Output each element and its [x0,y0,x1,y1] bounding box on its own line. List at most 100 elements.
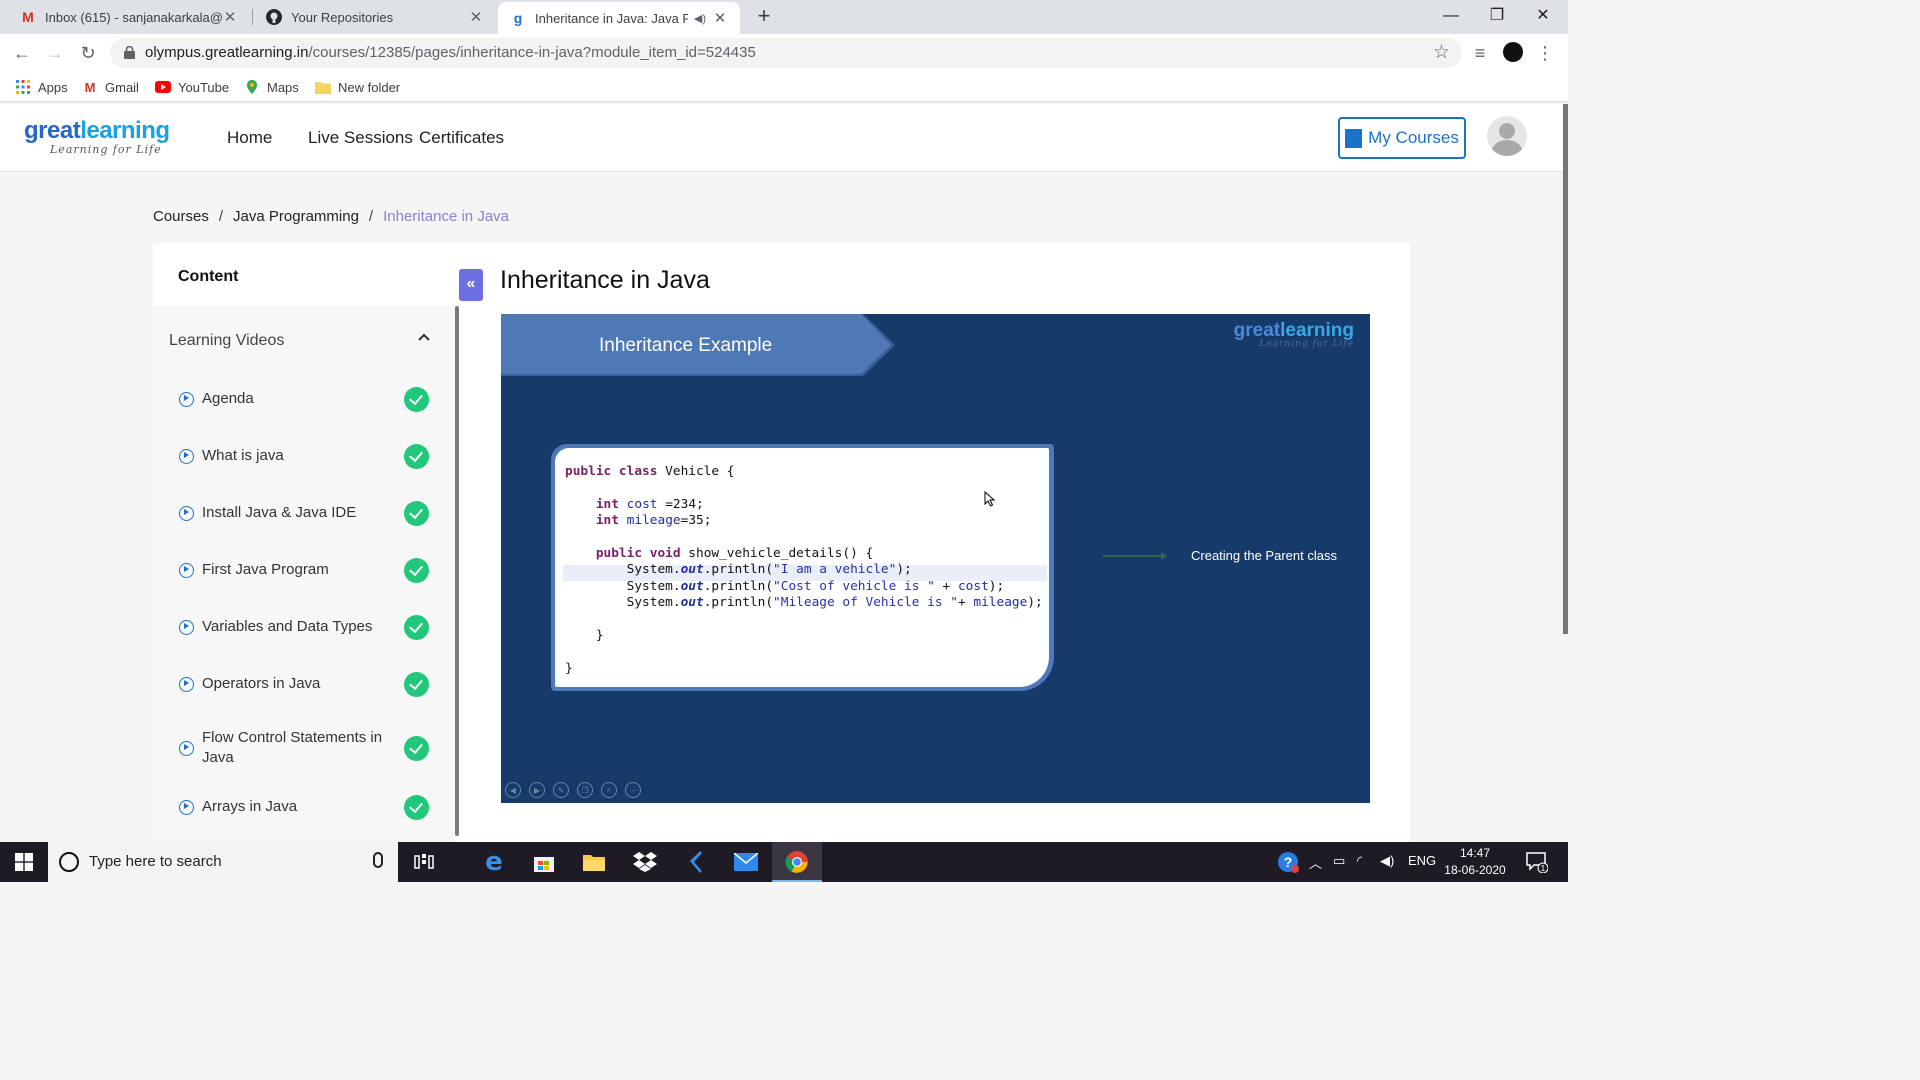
lesson-item[interactable]: Flow Control Statements in Java [179,728,439,768]
play-circle-icon [179,799,194,815]
play-circle-icon [179,740,194,756]
battery-icon[interactable]: ▭ [1333,853,1345,869]
breadcrumb-java-programming[interactable]: Java Programming [233,208,359,225]
bookmark-new-folder[interactable]: New folder [315,77,400,97]
store-icon[interactable] [530,848,558,876]
reload-button[interactable]: ↻ [74,39,102,67]
section-title[interactable]: Learning Videos [169,332,284,350]
new-tab-button[interactable]: + [752,4,776,28]
breadcrumb-courses[interactable]: Courses [153,208,209,225]
nav-certificates[interactable]: Certificates [419,128,504,148]
previous-icon[interactable]: ◀ [505,782,521,798]
tab-github[interactable]: Your Repositories ✕ [254,0,496,34]
bookmark-youtube[interactable]: YouTube [155,77,229,97]
breadcrumb-separator: / [368,208,374,225]
nav-home[interactable]: Home [227,128,272,148]
breadcrumb-separator: / [218,208,224,225]
completed-check-icon [404,386,429,412]
tab-title: Your Repositories [291,9,394,25]
lesson-label: Arrays in Java [202,798,298,815]
arrow-head-icon [1161,552,1167,560]
bookmark-star-icon[interactable]: ☆ [1433,41,1450,64]
play-icon[interactable]: ▶ [529,782,545,798]
tab-gmail[interactable]: M Inbox (615) - sanjanakarkala@gm ✕ [8,0,250,34]
completed-check-icon [404,443,429,469]
system-clock[interactable]: 14:47 18-06-2020 [1440,845,1510,879]
microphone-icon[interactable] [373,852,383,868]
forward-button[interactable]: → [41,39,69,67]
lesson-item[interactable]: Variables and Data Types [179,614,439,640]
video-player[interactable]: Inheritance Example greatlearning Learni… [501,314,1370,803]
chevron-up-icon[interactable]: ︿ [1309,853,1322,872]
profile-avatar-icon[interactable] [1503,42,1523,62]
watermark-text-great: great [1233,320,1281,341]
lesson-item[interactable]: Agenda [179,386,439,412]
play-circle-icon [179,676,194,692]
tab-title: Inbox (615) - sanjanakarkala@gm [45,9,222,25]
bookmarks-bar: Apps M Gmail YouTube Maps New folder [0,72,1568,102]
restore-button[interactable]: ❐ [1474,0,1520,34]
bookmark-gmail[interactable]: M Gmail [82,77,139,97]
mail-icon[interactable] [732,848,760,876]
svg-text:?: ? [1284,854,1293,870]
zoom-icon[interactable]: ⌕ [601,782,617,798]
nav-live-sessions[interactable]: Live Sessions [308,128,413,148]
lesson-item[interactable]: Arrays in Java [179,794,439,820]
close-icon[interactable]: ✕ [468,8,484,26]
dropbox-icon[interactable] [631,848,659,876]
taskbar-search-box[interactable]: Type here to search [48,842,398,882]
close-window-button[interactable]: ✕ [1520,0,1566,34]
book-icon [1345,128,1363,148]
lesson-item[interactable]: Install Java & Java IDE [179,500,439,526]
lesson-label: What is java [202,447,284,464]
lesson-label: Operators in Java [202,675,321,692]
slide-watermark-logo: greatlearning Learning for Life [1234,320,1354,349]
chrome-icon[interactable] [783,848,811,876]
task-view-icon[interactable] [410,848,438,876]
search-placeholder: Type here to search [89,853,222,870]
folder-icon [315,79,331,95]
tab-inheritance-java[interactable]: g Inheritance in Java: Java Prog ◀) ✕ [498,2,740,34]
lesson-item[interactable]: First Java Program [179,557,439,583]
lesson-label: First Java Program [202,561,329,578]
slide-annotation: Creating the Parent class [1191,548,1337,563]
speaker-icon[interactable]: ◀) [694,12,706,25]
volume-icon[interactable]: ◀) [1380,853,1394,869]
vscode-icon[interactable] [682,848,710,876]
minimize-button[interactable]: — [1428,0,1474,34]
lesson-item[interactable]: Operators in Java [179,671,439,697]
bookmark-label: Gmail [105,79,139,95]
wifi-icon[interactable]: ◜ [1357,853,1362,869]
page-scrollbar[interactable] [1563,104,1568,634]
file-explorer-icon[interactable] [580,848,608,876]
media-control-icon[interactable]: ≡ [1467,39,1493,67]
bookmark-apps[interactable]: Apps [15,77,68,97]
greatlearning-icon: g [513,10,523,26]
lesson-label: Flow Control Statements in Java [202,729,383,766]
my-courses-button[interactable]: My Courses [1338,117,1466,159]
more-icon[interactable]: ⋯ [625,782,641,798]
help-icon[interactable]: ? [1277,851,1299,876]
chevron-up-icon[interactable] [417,329,431,347]
language-indicator[interactable]: ENG [1408,853,1436,868]
close-icon[interactable]: ✕ [712,9,728,27]
copy-icon[interactable]: ❐ [577,782,593,798]
play-circle-icon [179,562,194,578]
greatlearning-logo[interactable]: greatlearning Learning for Life [24,118,170,156]
lesson-item[interactable]: What is java [179,443,439,469]
sidebar-scrollbar[interactable] [455,306,459,836]
my-courses-label: My Courses [1368,128,1459,147]
edge-icon[interactable]: e [480,847,508,877]
url-path: /courses/12385/pages/inheritance-in-java… [308,44,756,61]
bookmark-maps[interactable]: Maps [244,77,299,97]
collapse-sidebar-button[interactable]: « [459,269,483,301]
gmail-icon: M [22,9,34,25]
notification-center-icon[interactable]: 1 [1526,851,1549,876]
chrome-menu-icon[interactable]: ⋮ [1533,39,1557,67]
pen-icon[interactable]: ✎ [553,782,569,798]
user-avatar[interactable] [1487,116,1527,156]
close-icon[interactable]: ✕ [222,8,238,26]
address-bar[interactable]: olympus.greatlearning.in/courses/12385/p… [110,38,1462,68]
start-button[interactable] [0,842,48,882]
back-button[interactable]: ← [8,39,36,67]
